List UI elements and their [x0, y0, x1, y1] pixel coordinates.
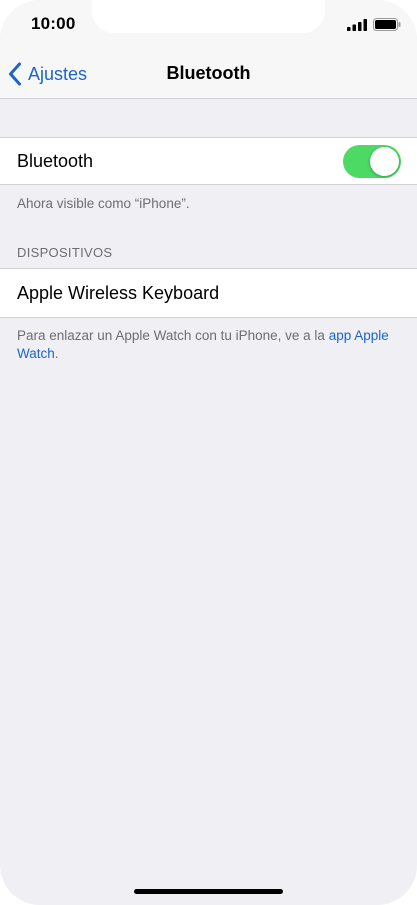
device-name: Apple Wireless Keyboard — [17, 283, 220, 303]
home-indicator[interactable] — [134, 889, 283, 894]
toggle-knob — [370, 147, 399, 176]
cellular-signal-icon — [347, 19, 367, 31]
bluetooth-toggle-row: Bluetooth — [0, 137, 417, 185]
page-title: Bluetooth — [166, 63, 251, 83]
device-row-apple-wireless-keyboard[interactable]: Apple Wireless Keyboard — [0, 268, 417, 318]
devices-section-header: DISPOSITIVOS — [17, 245, 113, 260]
visibility-note: Ahora visible como “iPhone”. — [17, 196, 190, 211]
pairing-note-suffix: . — [54, 346, 59, 361]
phone-screen: 10:00 Ajustes Bluetooth Bluetooth Ahora … — [0, 0, 417, 905]
bluetooth-toggle[interactable] — [343, 145, 401, 178]
pairing-note-text: Para enlazar un Apple Watch con tu iPhon… — [17, 328, 329, 343]
bluetooth-row-label: Bluetooth — [17, 151, 94, 171]
notch — [92, 0, 325, 33]
navigation-bar: Ajustes Bluetooth — [0, 50, 417, 99]
status-time: 10:00 — [31, 14, 76, 33]
status-bar: 10:00 — [0, 0, 417, 50]
pairing-note: Para enlazar un Apple Watch con tu iPhon… — [17, 327, 397, 363]
battery-icon — [373, 18, 401, 31]
